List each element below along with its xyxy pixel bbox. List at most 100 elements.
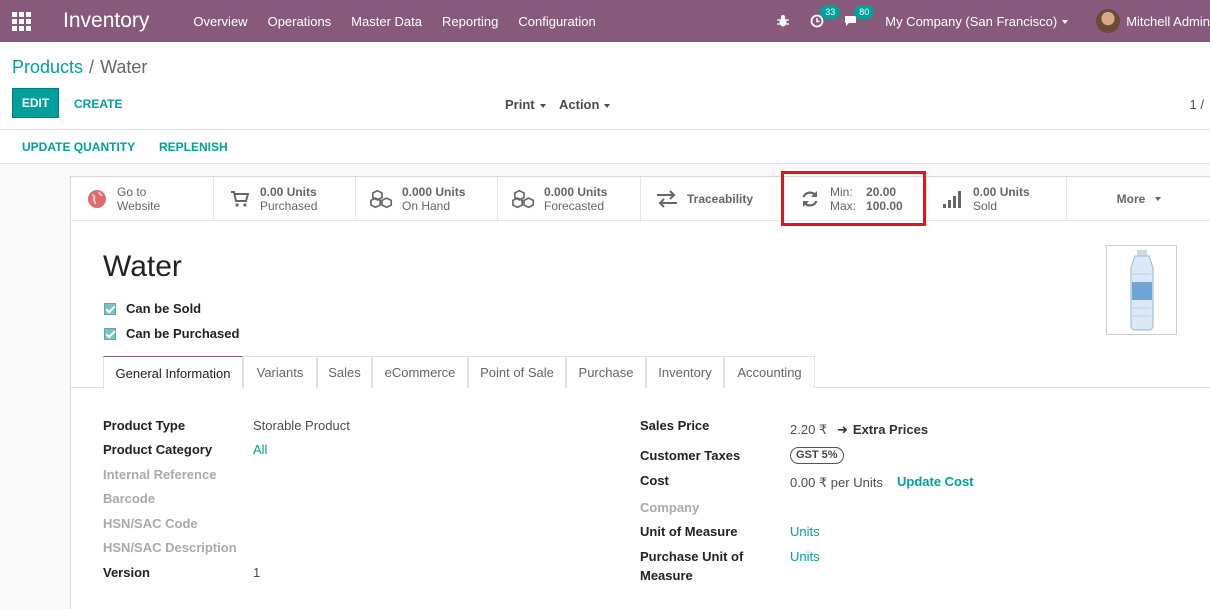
website-label-line2: Website [117,198,161,213]
customer-taxes-label: Customer Taxes [640,448,741,463]
sold-value: 0.00 Units [973,184,1030,199]
shopping-cart-icon [228,189,252,209]
pager[interactable]: 1 / [1190,97,1204,112]
company-name: My Company (San Francisco) [885,13,1058,29]
forecasted-value: 0.000 Units [544,184,608,199]
purchased-button[interactable]: 0.00 Units Purchased [214,177,356,220]
tab-point-of-sale[interactable]: Point of Sale [468,356,566,388]
breadcrumb-products[interactable]: Products [12,57,83,77]
forecasted-button[interactable]: 0.000 Units Forecasted [498,177,641,220]
menu-operations[interactable]: Operations [268,14,332,29]
water-bottle-icon [1130,250,1153,331]
highlight-box [781,171,926,226]
update-quantity-button[interactable]: UPDATE QUANTITY [22,140,135,154]
activity-clock-icon[interactable]: 33 [810,5,841,28]
company-switcher[interactable]: My Company (San Francisco) [885,13,1069,29]
sales-price-label: Sales Price [640,418,710,433]
product-type-value[interactable]: Storable Product [253,418,350,433]
chevron-down-icon [539,103,546,108]
hsn-code-label: HSN/SAC Code [103,516,198,531]
cubes-icon [370,189,394,209]
tab-general-information[interactable]: General Information [103,356,243,389]
tab-inventory[interactable]: Inventory [646,356,724,388]
purchase-uom-label-line2: Measure [640,568,693,583]
website-label: Go to Website [117,185,160,213]
chevron-down-icon [1155,197,1162,202]
on-hand-value: 0.000 Units [402,184,466,199]
extra-prices-link[interactable]: ➜ Extra Prices [837,422,928,438]
product-image[interactable] [1106,245,1177,335]
update-cost-button[interactable]: Update Cost [897,474,974,489]
internal-reference-label: Internal Reference [103,467,217,482]
print-dropdown[interactable]: Print [505,97,546,112]
create-button[interactable]: CREATE [74,97,122,111]
barcode-label: Barcode [103,491,156,506]
action-dropdown[interactable]: Action [559,97,611,112]
more-label: More [1117,192,1162,206]
exchange-arrows-icon [655,189,679,209]
purchased-value: 0.00 Units [260,184,317,199]
bug-icon[interactable] [776,14,790,28]
sold-button[interactable]: 0.00 Units Sold [927,177,1067,220]
app-brand[interactable]: Inventory [63,9,149,33]
version-value[interactable]: 1 [253,565,260,580]
hsn-description-label: HSN/SAC Description [103,540,237,555]
checkbox-checked-icon[interactable] [104,302,116,315]
product-name[interactable]: Water [103,250,182,284]
purchase-uom-label: Purchase Unit of Measure [640,549,743,588]
user-menu[interactable]: Mitchell Admin [1126,14,1210,29]
product-category-label: Product Category [103,442,213,457]
cost-value[interactable]: 0.00 ₹ per Units [790,475,883,491]
on-hand-button[interactable]: 0.000 Units On Hand [356,177,498,220]
checkbox-checked-icon[interactable] [104,327,116,340]
signal-bars-icon [941,189,965,209]
product-category-link[interactable]: All [253,442,267,457]
chevron-down-icon [1062,20,1069,25]
on-hand-stat: 0.000 Units On Hand [402,185,465,213]
more-dropdown[interactable]: More [1067,177,1210,220]
print-label: Print [505,97,535,112]
tax-tag[interactable]: GST 5% [790,447,844,464]
forecasted-label: Forecasted [544,198,605,213]
menu-master-data[interactable]: Master Data [351,14,422,29]
edit-button[interactable]: EDIT [12,88,59,118]
breadcrumb: Products / Water [12,57,147,78]
purchase-uom-link[interactable]: Units [790,549,820,564]
chevron-down-icon [604,103,611,108]
tab-sales[interactable]: Sales [317,356,372,388]
cubes-icon [512,189,536,209]
sales-price-value[interactable]: 2.20 ₹ [790,422,827,438]
control-panel: Products / Water EDIT CREATE Print Action … [0,42,1210,130]
product-type-label: Product Type [103,418,186,433]
cost-label: Cost [640,473,669,488]
can-be-purchased-label: Can be Purchased [126,326,240,341]
smart-buttons: Go to Website 0.00 Units Purchased 0.000 U… [71,171,1210,226]
can-be-purchased-checkbox[interactable]: Can be Purchased [104,326,239,341]
traceability-button[interactable]: Traceability [641,177,784,220]
version-label: Version [103,565,150,580]
replenish-button[interactable]: REPLENISH [159,140,228,154]
menu-overview[interactable]: Overview [193,14,247,29]
can-be-sold-checkbox[interactable]: Can be Sold [104,301,201,316]
messages-icon[interactable]: 80 [844,5,875,28]
apps-menu-icon[interactable] [0,0,42,42]
message-count-badge: 80 [854,5,875,19]
tab-variants[interactable]: Variants [243,356,317,388]
menu-reporting[interactable]: Reporting [442,14,498,29]
avatar[interactable] [1096,9,1121,33]
tab-purchase[interactable]: Purchase [566,356,646,388]
extra-prices-label: Extra Prices [852,422,929,437]
tab-ecommerce[interactable]: eCommerce [372,356,468,388]
sold-label: Sold [973,198,998,213]
uom-link[interactable]: Units [790,524,820,539]
go-to-website-button[interactable]: Go to Website [71,177,214,220]
sold-stat: 0.00 Units Sold [973,185,1030,213]
top-navbar: Inventory Overview Operations Master Dat… [0,0,1210,42]
traceability-label: Traceability [687,192,753,206]
website-label-line1: Go to [117,184,147,199]
on-hand-label: On Hand [402,198,451,213]
tab-accounting[interactable]: Accounting [724,356,815,388]
menu-configuration[interactable]: Configuration [518,14,595,29]
purchased-stat: 0.00 Units Purchased [260,185,317,213]
globe-icon [85,189,109,209]
